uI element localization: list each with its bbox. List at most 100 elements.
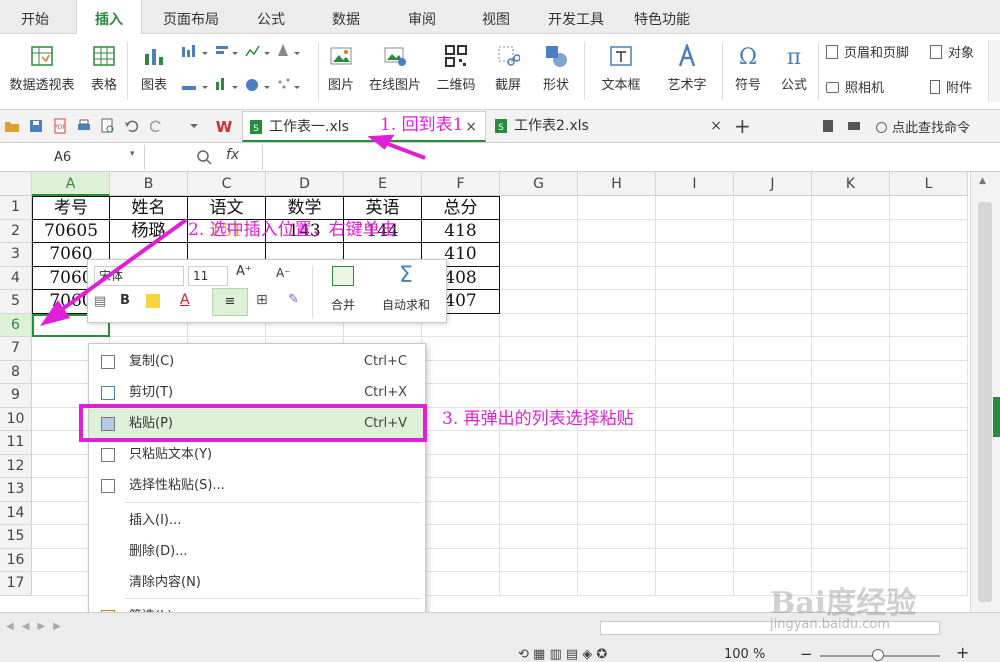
cell-g17[interactable] <box>500 572 578 596</box>
open-folder-icon[interactable] <box>4 118 20 134</box>
cell-a2[interactable]: 70605 <box>32 219 110 243</box>
symbol-button[interactable]: Ω 符号 <box>726 44 770 93</box>
cell-f1[interactable]: 总分 <box>422 196 500 220</box>
cell-f2[interactable]: 418 <box>422 219 500 243</box>
cell-i1[interactable] <box>656 196 734 220</box>
sheet-nav-arrows[interactable]: ◀◀▶▶ <box>6 621 69 632</box>
cell-h3[interactable] <box>578 243 656 267</box>
cell-k10[interactable] <box>812 407 890 431</box>
cell-l2[interactable] <box>890 219 968 243</box>
row-header-5[interactable]: 5 <box>0 290 32 314</box>
cell-l12[interactable] <box>890 454 968 478</box>
cell-k11[interactable] <box>812 431 890 455</box>
cell-f16[interactable] <box>422 548 500 572</box>
cell-h11[interactable] <box>578 431 656 455</box>
row-header-3[interactable]: 3 <box>0 243 32 267</box>
close-tab-icon[interactable]: × <box>465 112 477 143</box>
cell-k3[interactable] <box>812 243 890 267</box>
merge-button[interactable]: 合并 <box>320 266 366 313</box>
column-header-i[interactable]: I <box>656 172 734 196</box>
zoom-in-icon[interactable]: + <box>956 643 969 662</box>
cell-g15[interactable] <box>500 525 578 549</box>
cell-i5[interactable] <box>656 290 734 314</box>
cell-k6[interactable] <box>812 313 890 337</box>
wordart-button[interactable]: 艺术字 <box>656 44 718 93</box>
cell-l14[interactable] <box>890 501 968 525</box>
cell-h13[interactable] <box>578 478 656 502</box>
scroll-thumb[interactable] <box>978 202 992 602</box>
menu-item-copy[interactable]: 复制(C) Ctrl+C <box>89 347 425 377</box>
zoom-slider-thumb[interactable] <box>872 649 884 661</box>
cell-l7[interactable] <box>890 337 968 361</box>
print-preview-icon[interactable] <box>100 118 116 134</box>
view-mode-icons[interactable]: ⟲ ▦ ▥ ▤ ◈ ✪ <box>518 647 607 662</box>
row-header-11[interactable]: 11 <box>0 431 32 455</box>
tab-formula[interactable]: 公式 <box>240 0 302 34</box>
cell-f17[interactable] <box>422 572 500 596</box>
cell-b1[interactable]: 姓名 <box>110 196 188 220</box>
tab-page-layout[interactable]: 页面布局 <box>148 0 234 34</box>
cell-l5[interactable] <box>890 290 968 314</box>
cell-h16[interactable] <box>578 548 656 572</box>
cell-f12[interactable] <box>422 454 500 478</box>
row-header-6[interactable]: 6 <box>0 313 32 337</box>
cell-k2[interactable] <box>812 219 890 243</box>
cell-k14[interactable] <box>812 501 890 525</box>
cell-l13[interactable] <box>890 478 968 502</box>
cell-g11[interactable] <box>500 431 578 455</box>
tab-insert[interactable]: 插入 <box>76 0 142 35</box>
column-header-c[interactable]: C <box>188 172 266 196</box>
cell-i15[interactable] <box>656 525 734 549</box>
cell-l16[interactable] <box>890 548 968 572</box>
menu-item-paste-text[interactable]: 只粘贴文本(Y) <box>89 440 425 470</box>
cell-k9[interactable] <box>812 384 890 408</box>
side-panel-handle[interactable] <box>993 397 1000 437</box>
cell-k15[interactable] <box>812 525 890 549</box>
scroll-up-icon[interactable]: ▲ <box>979 176 986 186</box>
grow-font-icon[interactable]: A⁺ <box>236 264 252 279</box>
cell-j13[interactable] <box>734 478 812 502</box>
chart-type-buttons[interactable] <box>180 42 310 108</box>
column-header-e[interactable]: E <box>344 172 422 196</box>
cell-i11[interactable] <box>656 431 734 455</box>
row-header-12[interactable]: 12 <box>0 454 32 478</box>
cell-i8[interactable] <box>656 360 734 384</box>
tab-data[interactable]: 数据 <box>312 0 380 34</box>
menu-item-paste-special[interactable]: 选择性粘贴(S)... <box>89 471 425 501</box>
object-button[interactable]: 对象 <box>930 42 974 61</box>
format-painter-icon[interactable]: ▤ <box>94 294 106 309</box>
cell-h6[interactable] <box>578 313 656 337</box>
cell-i7[interactable] <box>656 337 734 361</box>
cell-f7[interactable] <box>422 337 500 361</box>
cell-h1[interactable] <box>578 196 656 220</box>
cell-f8[interactable] <box>422 360 500 384</box>
row-header-8[interactable]: 8 <box>0 360 32 384</box>
cell-g14[interactable] <box>500 501 578 525</box>
textbox-button[interactable]: 文本框 <box>590 44 652 93</box>
table-button[interactable]: 表格 <box>86 44 122 93</box>
picture-button[interactable]: 图片 <box>324 44 358 93</box>
bold-icon[interactable]: B <box>120 293 130 308</box>
shape-button[interactable]: 形状 <box>534 44 578 93</box>
cell-h14[interactable] <box>578 501 656 525</box>
cell-l11[interactable] <box>890 431 968 455</box>
cell-h4[interactable] <box>578 266 656 290</box>
clear-format-icon[interactable]: ✎ <box>288 292 299 307</box>
cell-l10[interactable] <box>890 407 968 431</box>
screenshot-button[interactable]: 截屏 <box>486 44 530 93</box>
column-header-j[interactable]: J <box>734 172 812 196</box>
print-icon[interactable] <box>76 118 92 134</box>
cell-i13[interactable] <box>656 478 734 502</box>
cell-i4[interactable] <box>656 266 734 290</box>
font-family-select[interactable]: 宋体 <box>94 266 184 286</box>
cell-h17[interactable] <box>578 572 656 596</box>
chevron-down-icon[interactable]: ▾ <box>130 149 135 159</box>
row-header-14[interactable]: 14 <box>0 501 32 525</box>
row-header-17[interactable]: 17 <box>0 572 32 596</box>
cell-g7[interactable] <box>500 337 578 361</box>
column-header-d[interactable]: D <box>266 172 344 196</box>
cell-j7[interactable] <box>734 337 812 361</box>
cell-i10[interactable] <box>656 407 734 431</box>
formula-button[interactable]: π 公式 <box>774 44 814 93</box>
share-icon[interactable] <box>846 118 862 134</box>
